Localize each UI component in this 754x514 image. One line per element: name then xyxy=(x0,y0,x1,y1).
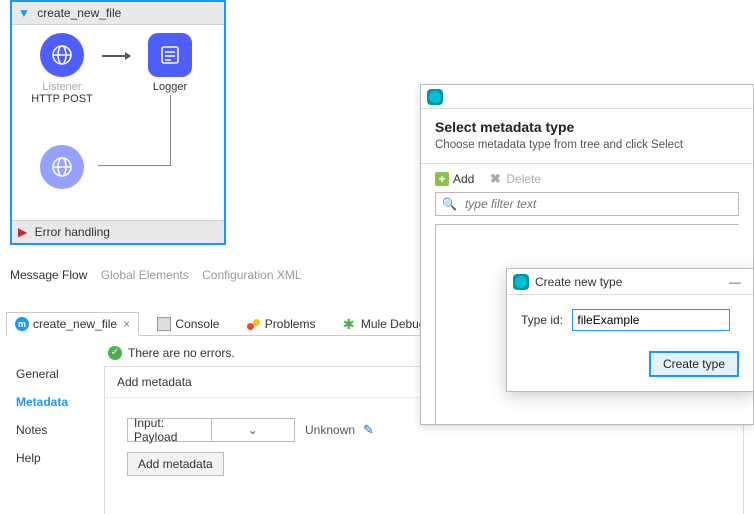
editor-tab-problems[interactable]: Problems xyxy=(238,312,325,336)
connector-line xyxy=(98,165,171,166)
ok-icon: ✓ xyxy=(108,346,122,360)
app-icon xyxy=(427,89,443,105)
flow-name: create_new_file xyxy=(37,6,121,20)
delete-label: Delete xyxy=(506,172,541,186)
flow-canvas: ▼ create_new_file Listener HTTP POST Log… xyxy=(10,0,226,245)
typeid-label: Type id: xyxy=(521,313,563,327)
expand-icon: ▶ xyxy=(18,225,27,239)
error-handling-section[interactable]: ▶ Error handling xyxy=(12,220,224,243)
dialog-titlebar[interactable]: Create new type — xyxy=(507,269,753,295)
node-logger[interactable]: Logger xyxy=(130,33,210,93)
globe-icon xyxy=(40,33,84,77)
editor-tab-label: Console xyxy=(175,317,219,331)
search-icon: 🔍 xyxy=(442,197,457,211)
mule-file-icon: m xyxy=(15,317,29,331)
properties-sidenav: General Metadata Notes Help xyxy=(14,360,102,472)
create-type-button[interactable]: Create type xyxy=(649,351,739,377)
flow-header[interactable]: ▼ create_new_file xyxy=(12,2,224,25)
add-button[interactable]: + Add xyxy=(435,172,474,186)
sidenav-general[interactable]: General xyxy=(14,360,102,388)
filter-input-wrap[interactable]: 🔍 xyxy=(435,192,739,216)
app-icon xyxy=(513,274,529,290)
tab-global-elements[interactable]: Global Elements xyxy=(101,268,189,282)
mule-debug-icon: ✱ xyxy=(343,317,357,331)
dropdown-label: Input: Payload xyxy=(128,416,211,444)
editor-tab-label: Problems xyxy=(265,317,316,331)
editor-tab-file[interactable]: m create_new_file × xyxy=(6,312,139,336)
tab-config-xml[interactable]: Configuration XML xyxy=(202,268,301,282)
node-label1: Logger xyxy=(130,81,210,93)
dialog-titlebar[interactable] xyxy=(421,85,753,109)
payload-type-label: Unknown xyxy=(305,423,355,437)
connector-line xyxy=(170,95,171,165)
typeid-input[interactable] xyxy=(572,309,730,331)
node-error[interactable] xyxy=(22,145,102,193)
node-listener[interactable]: Listener HTTP POST xyxy=(22,33,102,105)
sidenav-help[interactable]: Help xyxy=(14,444,102,472)
chevron-down-icon: ⌄ xyxy=(211,419,295,441)
canvas-subtabs: Message Flow Global Elements Configurati… xyxy=(10,268,312,282)
tab-message-flow[interactable]: Message Flow xyxy=(10,268,87,282)
delete-button: ✖ Delete xyxy=(488,172,541,186)
input-payload-dropdown[interactable]: Input: Payload ⌄ xyxy=(127,418,295,442)
sidenav-notes[interactable]: Notes xyxy=(14,416,102,444)
editor-tab-label: create_new_file xyxy=(33,317,117,331)
add-metadata-button[interactable]: Add metadata xyxy=(127,452,224,476)
plus-icon: + xyxy=(435,172,449,186)
filter-input[interactable] xyxy=(463,196,732,212)
editor-tab-label: Mule Debug xyxy=(361,317,426,331)
create-new-type-dialog: Create new type — Type id: Create type xyxy=(506,268,754,392)
dialog-toolbar: + Add ✖ Delete xyxy=(421,163,753,192)
arrow-icon xyxy=(102,55,130,57)
dialog-subheading: Choose metadata type from tree and click… xyxy=(435,139,739,151)
error-handling-label: Error handling xyxy=(35,225,110,239)
dialog-title: Create new type xyxy=(535,275,622,289)
status-text: There are no errors. xyxy=(128,346,235,360)
console-icon xyxy=(157,317,171,331)
globe-icon xyxy=(40,145,84,189)
sidenav-metadata[interactable]: Metadata xyxy=(14,388,102,416)
log-icon xyxy=(148,33,192,77)
node-label2: HTTP POST xyxy=(22,93,102,105)
status-bar: ✓ There are no errors. xyxy=(108,346,235,360)
edit-icon[interactable]: ✎ xyxy=(363,422,374,438)
problems-icon xyxy=(247,317,261,331)
dialog-heading: Select metadata type xyxy=(435,119,739,135)
delete-icon: ✖ xyxy=(488,172,502,186)
close-icon[interactable]: × xyxy=(123,317,130,331)
minimize-icon[interactable]: — xyxy=(723,275,747,289)
add-label: Add xyxy=(453,172,474,186)
node-label1: Listener xyxy=(22,81,102,93)
collapse-icon: ▼ xyxy=(18,6,30,20)
editor-tab-console[interactable]: Console xyxy=(148,312,228,336)
flow-body[interactable]: Listener HTTP POST Logger xyxy=(12,25,224,220)
